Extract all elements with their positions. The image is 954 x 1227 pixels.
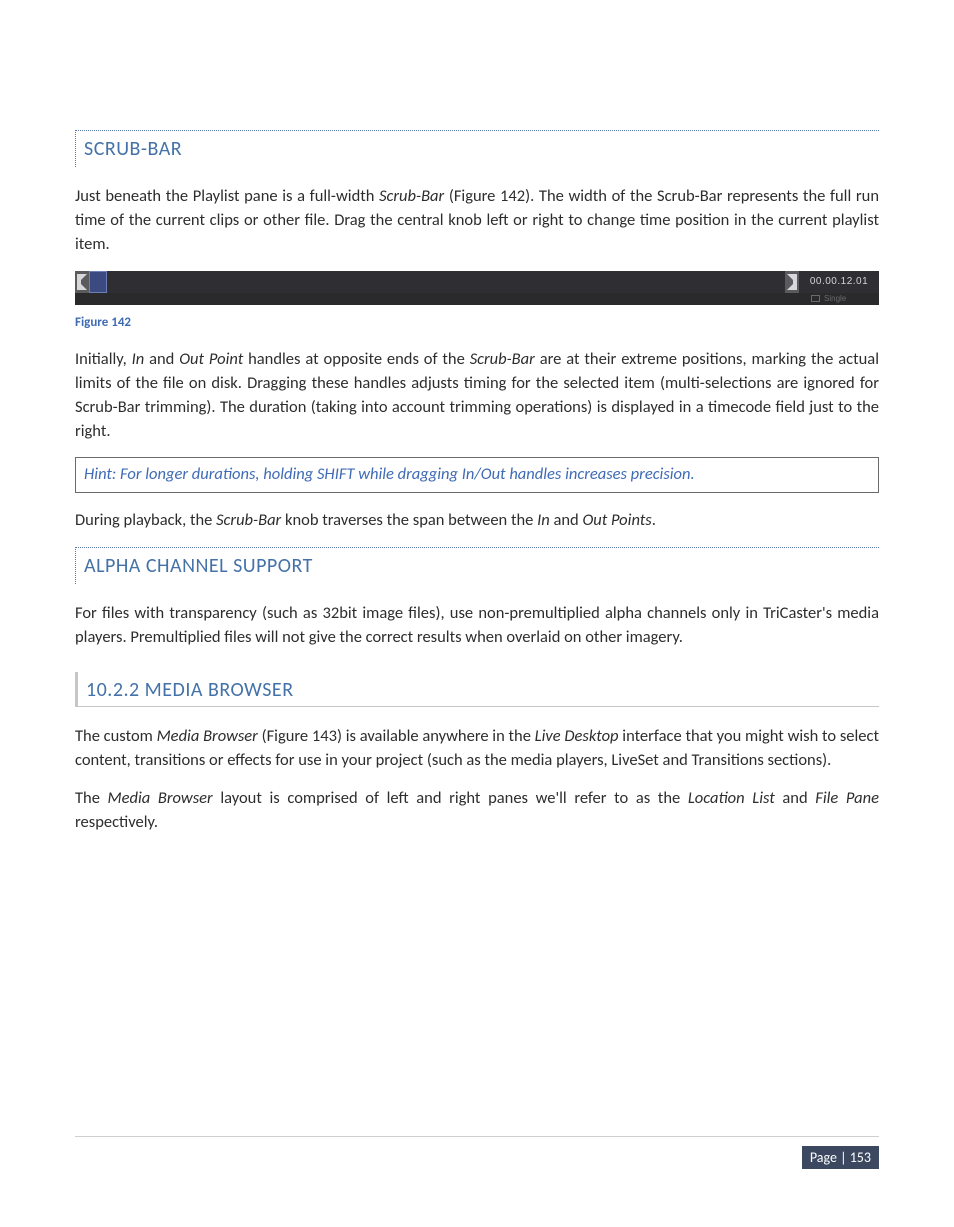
emphasis: Scrub-Bar [470, 349, 535, 369]
emphasis: Scrub-Bar [216, 510, 281, 530]
checkbox-icon [811, 295, 820, 302]
heading-text: SCRUB-BAR [84, 137, 879, 161]
heading-text: ALPHA CHANNEL SUPPORT [84, 554, 879, 578]
text: The [75, 788, 108, 808]
emphasis: Out Point [179, 349, 243, 369]
paragraph: During playback, the Scrub-Bar knob trav… [75, 509, 879, 533]
scrub-track-fill [107, 271, 785, 293]
text: . [652, 510, 656, 530]
text: The custom [75, 726, 157, 746]
out-point-handle[interactable] [785, 271, 799, 293]
text: and [144, 349, 179, 369]
text: and [550, 510, 583, 530]
scrub-bar-figure: 00.00.12.01 Single [75, 271, 879, 305]
emphasis: Location List [688, 788, 775, 808]
scrub-bottom-strip: Single [75, 293, 879, 305]
paragraph: For files with transparency (such as 32b… [75, 602, 879, 650]
text: knob traverses the span between the [281, 510, 537, 530]
scrub-bar-widget: 00.00.12.01 Single [75, 271, 879, 305]
scrub-track[interactable]: 00.00.12.01 [75, 271, 879, 293]
emphasis: In [537, 510, 550, 530]
out-handle-icon [785, 271, 799, 293]
emphasis: In [132, 349, 145, 369]
text: layout is comprised of left and right pa… [213, 788, 688, 808]
footer-rule [75, 1136, 879, 1137]
single-label: Single [824, 294, 846, 303]
emphasis: Media Browser [157, 726, 258, 746]
text: During playback, the [75, 510, 216, 530]
emphasis: Live Desktop [535, 726, 619, 746]
page-number: Page | 153 [802, 1146, 879, 1169]
text: Initially, [75, 349, 132, 369]
figure-caption: Figure 142 [75, 315, 879, 330]
text: respectively. [75, 812, 158, 832]
hint-text: Hint: For longer durations, holding SHIF… [84, 463, 870, 487]
text: handles at opposite ends of the [243, 349, 469, 369]
section-heading-scrub-bar: SCRUB-BAR [75, 130, 879, 167]
paragraph: Just beneath the Playlist pane is a full… [75, 185, 879, 257]
timecode-readout: 00.00.12.01 [799, 271, 879, 293]
in-handle-icon [75, 271, 89, 293]
text: Just beneath the Playlist pane is a full… [75, 186, 379, 206]
scrub-knob[interactable] [89, 271, 107, 293]
heading-text: 10.2.2 MEDIA BROWSER [86, 678, 879, 702]
document-page: SCRUB-BAR Just beneath the Playlist pane… [0, 0, 954, 835]
hint-box: Hint: For longer durations, holding SHIF… [75, 457, 879, 493]
paragraph: The custom Media Browser (Figure 143) is… [75, 725, 879, 773]
emphasis: Media Browser [108, 788, 213, 808]
emphasis: Scrub-Bar [379, 186, 444, 206]
in-point-handle[interactable] [75, 271, 89, 293]
paragraph: The Media Browser layout is comprised of… [75, 787, 879, 835]
text: (Figure 143) is available anywhere in th… [258, 726, 535, 746]
text: and [775, 788, 816, 808]
single-toggle[interactable]: Single [811, 294, 871, 304]
paragraph: Initially, In and Out Point handles at o… [75, 348, 879, 444]
emphasis: File Pane [815, 788, 879, 808]
section-heading-alpha: ALPHA CHANNEL SUPPORT [75, 547, 879, 584]
section-heading-media-browser: 10.2.2 MEDIA BROWSER [75, 672, 879, 707]
emphasis: Out Points [582, 510, 651, 530]
